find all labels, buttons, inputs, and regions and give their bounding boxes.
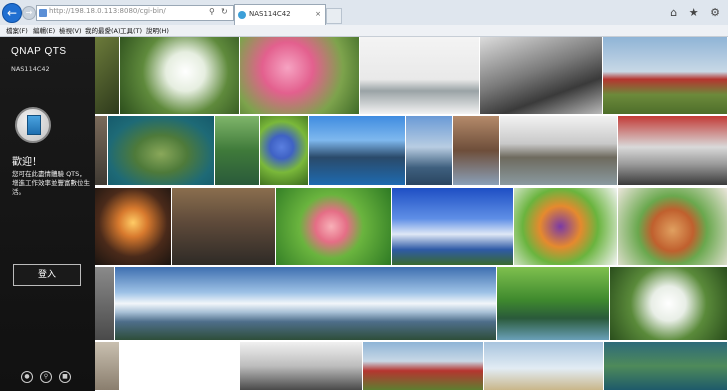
tab-title: NAS114C42 — [249, 10, 291, 18]
photo-tree-branch — [95, 37, 119, 114]
photo-aerial-2 — [604, 342, 727, 390]
menu-view[interactable]: 檢視(V) — [59, 25, 82, 35]
photo-rainy-window — [172, 188, 275, 265]
photo-cyclamen-2 — [610, 267, 727, 340]
menu-edit[interactable]: 編輯(E) — [33, 25, 55, 35]
photo-power-lines — [484, 342, 603, 390]
photo-coast-panorama — [115, 267, 496, 340]
mobile-app-icon[interactable]: ● — [21, 371, 33, 383]
photo-food-plate — [618, 188, 727, 265]
search-icon[interactable]: ⚲ — [209, 7, 215, 16]
photo-pink-blossoms — [240, 37, 359, 114]
photo-carousel-night — [95, 188, 171, 265]
menu-favorites[interactable]: 我的最愛(A) — [85, 25, 121, 35]
sidebar-icons: ● ⚲ ■ — [21, 371, 78, 383]
tab-favicon-icon — [238, 11, 246, 19]
back-button[interactable]: ← — [2, 3, 22, 23]
menu-file[interactable]: 檔案(F) — [6, 25, 28, 35]
photo-strip-left-2 — [95, 267, 114, 340]
nas-device-icon — [15, 107, 51, 143]
photo-blue-flowers — [260, 116, 308, 185]
store-icon[interactable]: ■ — [59, 371, 71, 383]
browser-toolbar: ← → http://198.18.0.113:8080/cgi-bin/ ⚲ … — [0, 0, 728, 26]
new-tab-button[interactable] — [326, 8, 342, 24]
forward-button[interactable]: → — [22, 6, 36, 20]
photo-white-cyclamen — [120, 37, 239, 114]
photo-blue-sky-cliff — [392, 188, 513, 265]
welcome-description: 您可在此盡情體驗 QTS，增進工作效率並豐富數位生活。 — [12, 170, 90, 196]
address-bar[interactable]: http://198.18.0.113:8080/cgi-bin/ ⚲ ↻ — [36, 5, 234, 21]
photo-blank-white — [120, 342, 239, 390]
refresh-icon[interactable]: ↻ — [221, 7, 228, 16]
menu-help[interactable]: 說明(H) — [146, 25, 169, 35]
photo-forest-lake — [497, 267, 609, 340]
photo-race-car — [618, 116, 727, 185]
photo-rocky-channel — [453, 116, 499, 185]
photo-vegetables — [514, 188, 617, 265]
photo-harbor-boats — [406, 116, 452, 185]
photo-bw-shore-2 — [240, 342, 362, 390]
photo-tractor-2 — [363, 342, 483, 390]
device-name: NAS114C42 — [11, 65, 50, 73]
photo-aerial-heart-island — [108, 116, 214, 185]
login-button[interactable]: 登入 — [13, 264, 81, 286]
window-icons[interactable]: ⌂ ★ ⚙ — [670, 6, 724, 19]
photo-water-bungalows — [309, 116, 405, 185]
tab-nas[interactable]: NAS114C42 × — [234, 4, 326, 25]
photo-strip-left — [95, 116, 107, 185]
photo-canal-warehouses — [500, 116, 617, 185]
search-icon[interactable]: ⚲ — [40, 371, 52, 383]
photo-bw-seashore — [480, 37, 602, 114]
site-icon — [39, 9, 47, 17]
photo-strip-left-3 — [95, 342, 119, 390]
menu-bar: 檔案(F) 編輯(E) 檢視(V) 我的最愛(A) 工具(T) 說明(H) — [0, 25, 728, 37]
address-text: http://198.18.0.113:8080/cgi-bin/ — [49, 7, 166, 15]
tab-close-icon[interactable]: × — [315, 10, 321, 18]
photo-pink-camellia — [276, 188, 391, 265]
menu-tools[interactable]: 工具(T) — [120, 25, 142, 35]
brand-title: QNAP QTS — [11, 46, 67, 57]
photo-green-canal — [215, 116, 259, 185]
photo-red-tractor — [603, 37, 727, 114]
login-sidebar: QNAP QTS NAS114C42 歡迎！ 您可在此盡情體驗 QTS，增進工作… — [0, 37, 95, 391]
welcome-heading: 歡迎！ — [12, 157, 42, 168]
photo-misty-pier — [360, 37, 479, 114]
